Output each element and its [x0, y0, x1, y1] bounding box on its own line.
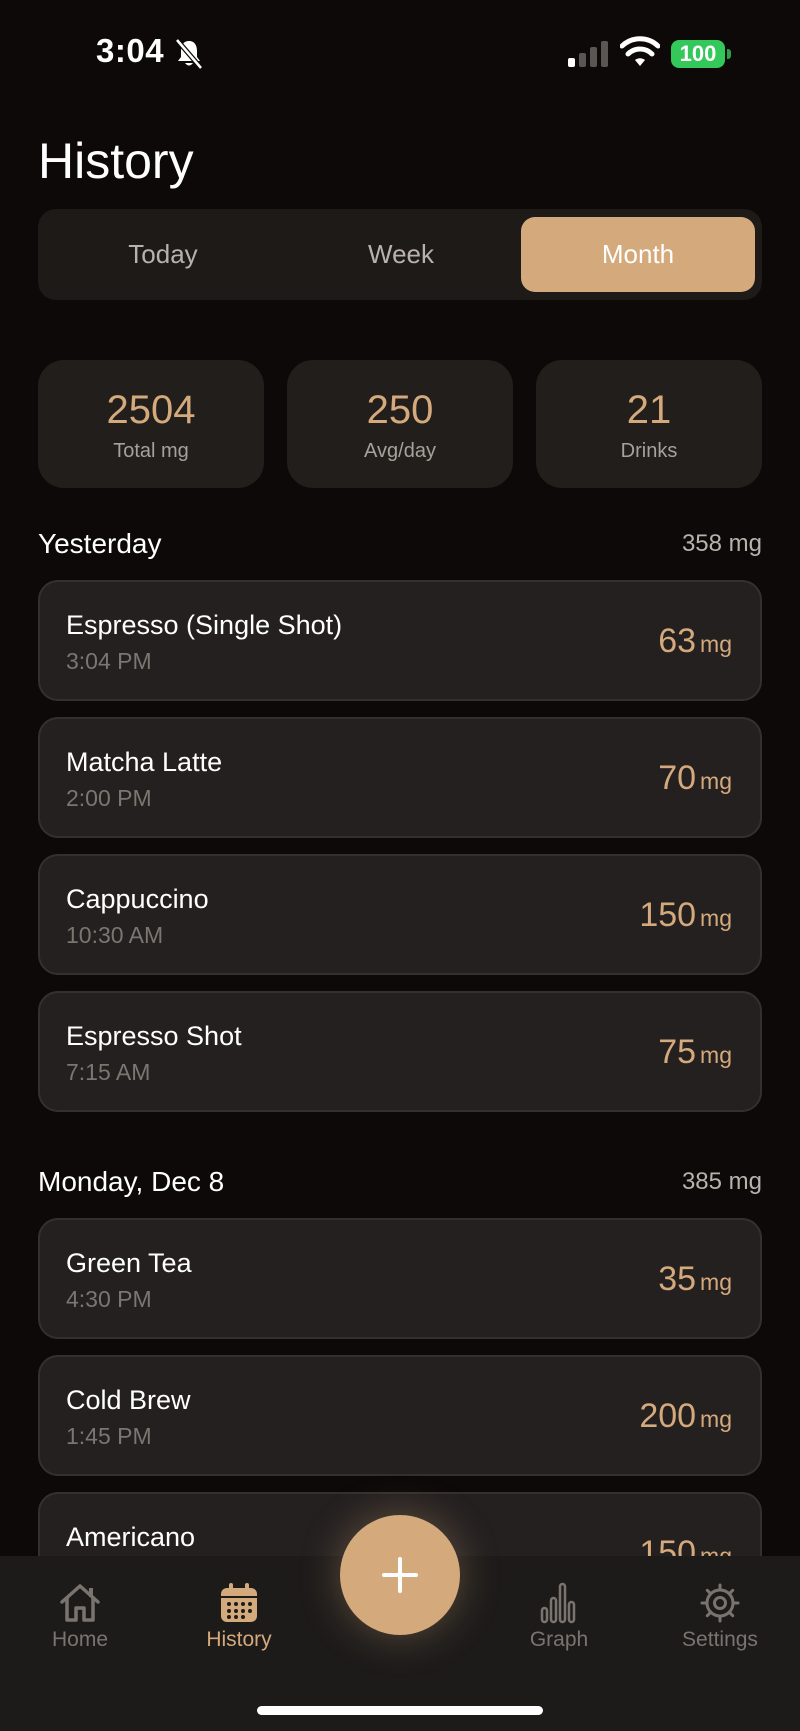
home-icon: [60, 1584, 100, 1622]
drink-time: 10:30 AM: [66, 922, 164, 948]
amount-unit: mg: [700, 905, 732, 931]
drink-row[interactable]: Espresso Shot 7:15 AM 75 mg: [38, 991, 762, 1112]
segment-week[interactable]: Week: [284, 217, 518, 292]
stat-card-total: 2504 Total mg: [38, 360, 264, 488]
drink-name: Espresso Shot: [66, 1021, 242, 1051]
section-header: Monday, Dec 8 385 mg: [38, 1158, 762, 1218]
segment-month[interactable]: Month: [521, 217, 755, 292]
amount-value: 200: [639, 1397, 697, 1435]
tab-graph[interactable]: Graph: [489, 1582, 629, 1662]
stat-label: Avg/day: [364, 440, 436, 462]
tab-home[interactable]: Home: [10, 1582, 150, 1662]
plus-icon: [382, 1557, 418, 1593]
section-total: 358 mg: [681, 530, 762, 557]
drink-amount: 75 mg: [658, 1033, 732, 1072]
drink-row[interactable]: Espresso (Single Shot) 3:04 PM 63 mg: [38, 580, 762, 701]
amount-value: 35: [658, 1260, 697, 1298]
drink-row[interactable]: Cappuccino 10:30 AM 150 mg: [38, 854, 762, 975]
page-title: History: [38, 133, 194, 189]
stat-card-drinks: 21 Drinks: [536, 360, 762, 488]
calendar-icon: [221, 1583, 257, 1622]
drink-amount: 70 mg: [658, 759, 732, 798]
amount-unit: mg: [700, 1406, 732, 1432]
stat-value: 2504: [106, 388, 196, 432]
stat-label: Total mg: [113, 440, 189, 462]
tab-history[interactable]: History: [169, 1582, 309, 1662]
segment-today[interactable]: Today: [46, 217, 280, 292]
battery-indicator: 100: [671, 40, 731, 68]
amount-unit: mg: [700, 768, 732, 794]
drink-row[interactable]: Matcha Latte 2:00 PM 70 mg: [38, 717, 762, 838]
amount-unit: mg: [700, 1269, 732, 1295]
drink-time: 2:00 PM: [66, 785, 152, 811]
drink-time: 4:30 PM: [66, 1286, 152, 1312]
bar-chart-icon: [540, 1582, 576, 1624]
amount-value: 150: [639, 896, 697, 934]
status-bar: 3:04 100: [0, 0, 800, 110]
status-time: 3:04: [96, 32, 165, 69]
drink-name: Green Tea: [66, 1248, 192, 1278]
tab-label: Graph: [529, 1628, 589, 1651]
add-drink-button[interactable]: [340, 1515, 460, 1635]
drink-row[interactable]: Cold Brew 1:45 PM 200 mg: [38, 1355, 762, 1476]
section-title: Monday, Dec 8: [38, 1166, 225, 1197]
period-segmented-control: Today Week Month: [38, 209, 762, 300]
cellular-signal-icon: [568, 41, 608, 67]
section-title: Yesterday: [38, 528, 162, 559]
drink-amount: 150 mg: [639, 896, 732, 935]
drink-name: Americano: [66, 1522, 196, 1552]
tab-label: History: [206, 1628, 272, 1651]
drink-time: 3:04 PM: [66, 648, 152, 674]
tab-settings[interactable]: Settings: [650, 1582, 790, 1662]
amount-value: 75: [658, 1033, 697, 1071]
amount-value: 63: [658, 622, 697, 660]
drink-name: Cappuccino: [66, 884, 209, 914]
drink-row[interactable]: Green Tea 4:30 PM 35 mg: [38, 1218, 762, 1339]
amount-unit: mg: [700, 631, 732, 657]
drink-time: 7:15 AM: [66, 1059, 151, 1085]
tab-label: Settings: [682, 1628, 758, 1651]
bell-slash-icon: [175, 38, 203, 70]
drink-name: Cold Brew: [66, 1385, 191, 1415]
tab-label: Home: [51, 1628, 109, 1651]
drink-time: 1:45 PM: [66, 1423, 152, 1449]
battery-tip: [727, 49, 731, 59]
stat-label: Drinks: [620, 440, 678, 462]
gear-icon: [700, 1583, 740, 1623]
stat-value: 250: [366, 388, 434, 432]
section-yesterday: Yesterday 358 mg Espresso (Single Shot) …: [38, 520, 762, 1128]
drink-name: Espresso (Single Shot): [66, 610, 343, 640]
drink-amount: 35 mg: [658, 1260, 732, 1299]
history-screen: 3:04 100 History Today Week Month 2504 T…: [0, 0, 800, 1731]
battery-level: 100: [671, 40, 725, 68]
wifi-icon: [620, 36, 660, 66]
amount-unit: mg: [700, 1042, 732, 1068]
stat-value: 21: [626, 388, 672, 432]
stat-card-average: 250 Avg/day: [287, 360, 513, 488]
drink-name: Matcha Latte: [66, 747, 223, 777]
home-indicator[interactable]: [257, 1706, 543, 1715]
drink-amount: 63 mg: [658, 622, 732, 661]
drink-amount: 200 mg: [639, 1397, 732, 1436]
section-header: Yesterday 358 mg: [38, 520, 762, 580]
section-total: 385 mg: [681, 1168, 762, 1195]
amount-value: 70: [658, 759, 697, 797]
